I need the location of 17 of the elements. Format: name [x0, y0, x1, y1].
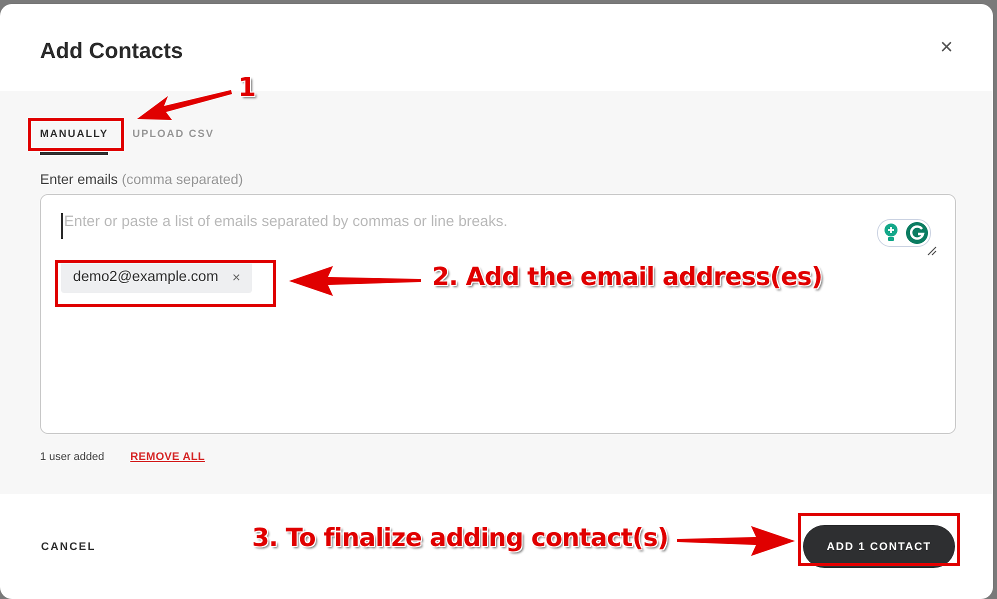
email-input-field[interactable]: Enter or paste a list of emails separated by commas or line breaks.: [61, 213, 864, 239]
annotation-text: 2. Add the email address(es): [432, 262, 822, 291]
remove-chip-button[interactable]: ×: [232, 269, 240, 285]
remove-all-link[interactable]: REMOVE ALL: [130, 451, 205, 463]
grammar-assistant-icon[interactable]: [877, 219, 931, 247]
cancel-button[interactable]: CANCEL: [41, 536, 96, 556]
users-added-count: 1 user added: [40, 451, 104, 463]
dialog-title: Add Contacts: [40, 38, 183, 64]
close-button[interactable]: ×: [936, 34, 957, 60]
tab[interactable]: MANUALLY: [40, 125, 108, 155]
field-label: Enter emails (comma separated): [40, 171, 244, 187]
email-chip[interactable]: demo2@example.com ×: [61, 261, 252, 293]
chip-text: demo2@example.com: [73, 269, 218, 285]
add-contact-button[interactable]: ADD 1 CONTACT: [803, 525, 955, 568]
annotation-text: 1: [238, 73, 256, 103]
annotation-text: 3. To finalize adding contact(s): [252, 523, 668, 552]
resize-handle-icon[interactable]: [927, 246, 937, 256]
